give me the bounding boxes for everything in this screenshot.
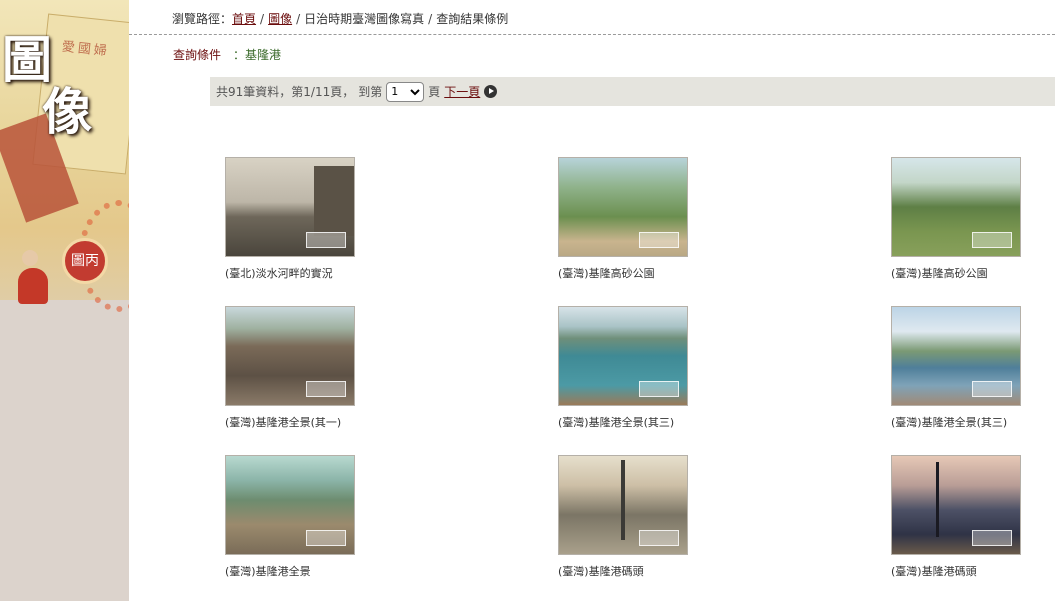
gallery-item[interactable]: (臺灣)基隆港全景 (225, 455, 395, 579)
thumbnail-image[interactable] (891, 157, 1021, 257)
watermark-icon (639, 232, 679, 248)
gallery-item[interactable]: (臺北)淡水河畔的實況 (225, 157, 395, 281)
gallery-item[interactable]: (臺灣)基隆港全景(其三) (891, 306, 1055, 430)
gallery-caption[interactable]: (臺灣)基隆港全景 (225, 563, 395, 579)
gallery-caption[interactable]: (臺灣)基隆高砂公園 (558, 265, 728, 281)
thumbnail-image[interactable] (225, 306, 355, 406)
gallery-caption[interactable]: (臺灣)基隆高砂公園 (891, 265, 1055, 281)
gallery-item[interactable]: (臺灣)基隆港碼頭 (891, 455, 1055, 579)
watermark-icon (972, 381, 1012, 397)
watermark-icon (306, 381, 346, 397)
gallery-caption[interactable]: (臺灣)基隆港全景(其三) (558, 414, 728, 430)
gallery-caption[interactable]: (臺灣)基隆港全景(其一) (225, 414, 395, 430)
gallery-caption[interactable]: (臺灣)基隆港碼頭 (558, 563, 728, 579)
watermark-icon (306, 530, 346, 546)
thumbnail-image[interactable] (225, 157, 355, 257)
thumbnail-image[interactable] (558, 455, 688, 555)
thumbnail-image[interactable] (891, 455, 1021, 555)
watermark-icon (306, 232, 346, 248)
gallery-item[interactable]: (臺灣)基隆高砂公園 (558, 157, 728, 281)
thumbnail-image[interactable] (891, 306, 1021, 406)
gallery-item[interactable]: (臺灣)基隆港全景(其三) (558, 306, 728, 430)
gallery-caption[interactable]: (臺北)淡水河畔的實況 (225, 265, 395, 281)
thumbnail-image[interactable] (225, 455, 355, 555)
thumbnail-image[interactable] (558, 157, 688, 257)
watermark-icon (639, 530, 679, 546)
gallery-item[interactable]: (臺灣)基隆港碼頭 (558, 455, 728, 579)
gallery-caption[interactable]: (臺灣)基隆港全景(其三) (891, 414, 1055, 430)
image-gallery: (臺北)淡水河畔的實況 (臺灣)基隆高砂公園 (臺灣)基隆高砂公園 (臺灣)基隆… (0, 0, 1055, 601)
watermark-icon (972, 232, 1012, 248)
watermark-icon (972, 530, 1012, 546)
gallery-item[interactable]: (臺灣)基隆高砂公園 (891, 157, 1055, 281)
watermark-icon (639, 381, 679, 397)
gallery-caption[interactable]: (臺灣)基隆港碼頭 (891, 563, 1055, 579)
gallery-item[interactable]: (臺灣)基隆港全景(其一) (225, 306, 395, 430)
thumbnail-image[interactable] (558, 306, 688, 406)
